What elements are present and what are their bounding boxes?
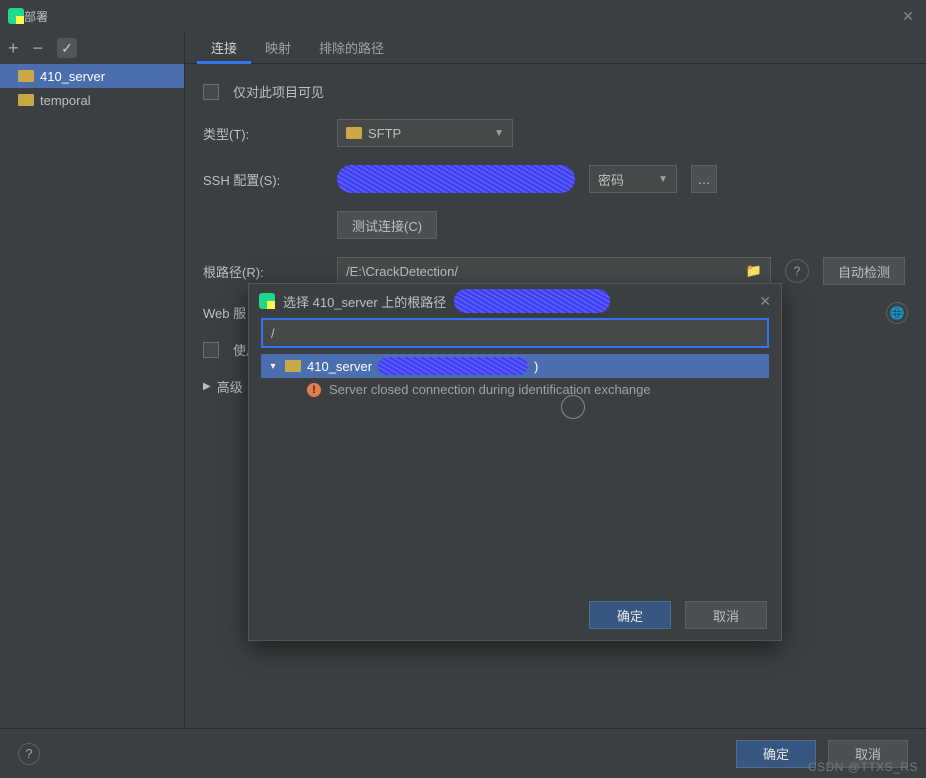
ssh-auth-select[interactable]: 密码 ▼ <box>589 165 677 193</box>
close-icon[interactable]: ✕ <box>759 293 771 310</box>
side-toolbar: + − ✓ <box>0 32 184 64</box>
close-icon[interactable]: ✕ <box>902 8 914 25</box>
chevron-right-icon: ▶ <box>203 381 211 392</box>
help-icon[interactable]: ? <box>785 259 809 283</box>
choose-root-dialog: 选择 410_server 上的根路径 ✕ / ▾ 410_server ) !… <box>248 283 782 641</box>
side-panel: + − ✓ 410_server temporal <box>0 32 185 778</box>
help-icon[interactable]: ? <box>18 743 40 765</box>
sidebar-item-label: temporal <box>40 93 91 108</box>
apply-button[interactable]: ✓ <box>57 38 77 58</box>
error-icon: ! <box>307 383 321 397</box>
remote-tree: ▾ 410_server ) ! Server closed connectio… <box>261 354 769 397</box>
sidebar-item-label: 410_server <box>40 69 105 84</box>
tab-bar: 连接 映射 排除的路径 <box>185 32 926 64</box>
dialog-title: 选择 410_server 上的根路径 <box>283 292 446 311</box>
redacted-host <box>454 289 610 313</box>
sftp-icon <box>346 127 362 139</box>
server-list: 410_server temporal <box>0 64 184 778</box>
sftp-icon <box>18 94 34 106</box>
redacted-host <box>378 357 528 375</box>
type-label: 类型(T): <box>203 124 323 143</box>
error-message: Server closed connection during identifi… <box>329 382 651 397</box>
window-title: 部署 <box>24 8 48 25</box>
app-logo-icon <box>259 293 275 309</box>
sidebar-item-temporal[interactable]: temporal <box>0 88 184 112</box>
remove-button[interactable]: − <box>33 39 44 57</box>
visible-only-label: 仅对此项目可见 <box>233 82 324 101</box>
folder-icon[interactable]: 📁 <box>746 263 762 279</box>
globe-icon[interactable]: 🌐 <box>886 302 908 324</box>
type-select[interactable]: SFTP ▼ <box>337 119 513 147</box>
sidebar-item-410-server[interactable]: 410_server <box>0 64 184 88</box>
visible-only-checkbox[interactable] <box>203 84 219 100</box>
root-path-label: 根路径(R): <box>203 262 323 281</box>
test-connection-button[interactable]: 测试连接(C) <box>337 211 437 239</box>
chevron-down-icon: ▾ <box>267 361 279 372</box>
chevron-down-icon: ▼ <box>494 128 504 139</box>
ssh-label: SSH 配置(S): <box>203 170 323 189</box>
autodetect-button[interactable]: 自动检测 <box>823 257 905 285</box>
use-checkbox[interactable] <box>203 342 219 358</box>
tab-excluded[interactable]: 排除的路径 <box>305 32 398 63</box>
redacted-ssh-config <box>337 165 575 193</box>
dialog-cancel-button[interactable]: 取消 <box>685 601 767 629</box>
add-button[interactable]: + <box>8 39 19 57</box>
sftp-icon <box>285 360 301 372</box>
titlebar: 部署 ✕ <box>0 0 926 32</box>
ssh-more-button[interactable]: … <box>691 165 717 193</box>
error-row: ! Server closed connection during identi… <box>261 382 769 397</box>
root-path-input[interactable]: /E:\CrackDetection/ 📁 <box>337 257 771 285</box>
tab-connection[interactable]: 连接 <box>197 32 251 63</box>
ok-button[interactable]: 确定 <box>736 740 816 768</box>
advanced-expander[interactable]: ▶ 高级 <box>203 377 243 396</box>
tab-mapping[interactable]: 映射 <box>251 32 305 63</box>
app-logo-icon <box>8 8 24 24</box>
dialog-ok-button[interactable]: 确定 <box>589 601 671 629</box>
sftp-icon <box>18 70 34 82</box>
main-footer: ? 确定 取消 <box>0 728 926 778</box>
dialog-titlebar: 选择 410_server 上的根路径 ✕ <box>249 284 781 318</box>
watermark: CSDN @TTXS_RS <box>808 760 918 774</box>
chevron-down-icon: ▼ <box>658 174 668 185</box>
path-input[interactable]: / <box>261 318 769 348</box>
tree-node-410-server[interactable]: ▾ 410_server ) <box>261 354 769 378</box>
dialog-footer: 确定 取消 <box>249 590 781 640</box>
